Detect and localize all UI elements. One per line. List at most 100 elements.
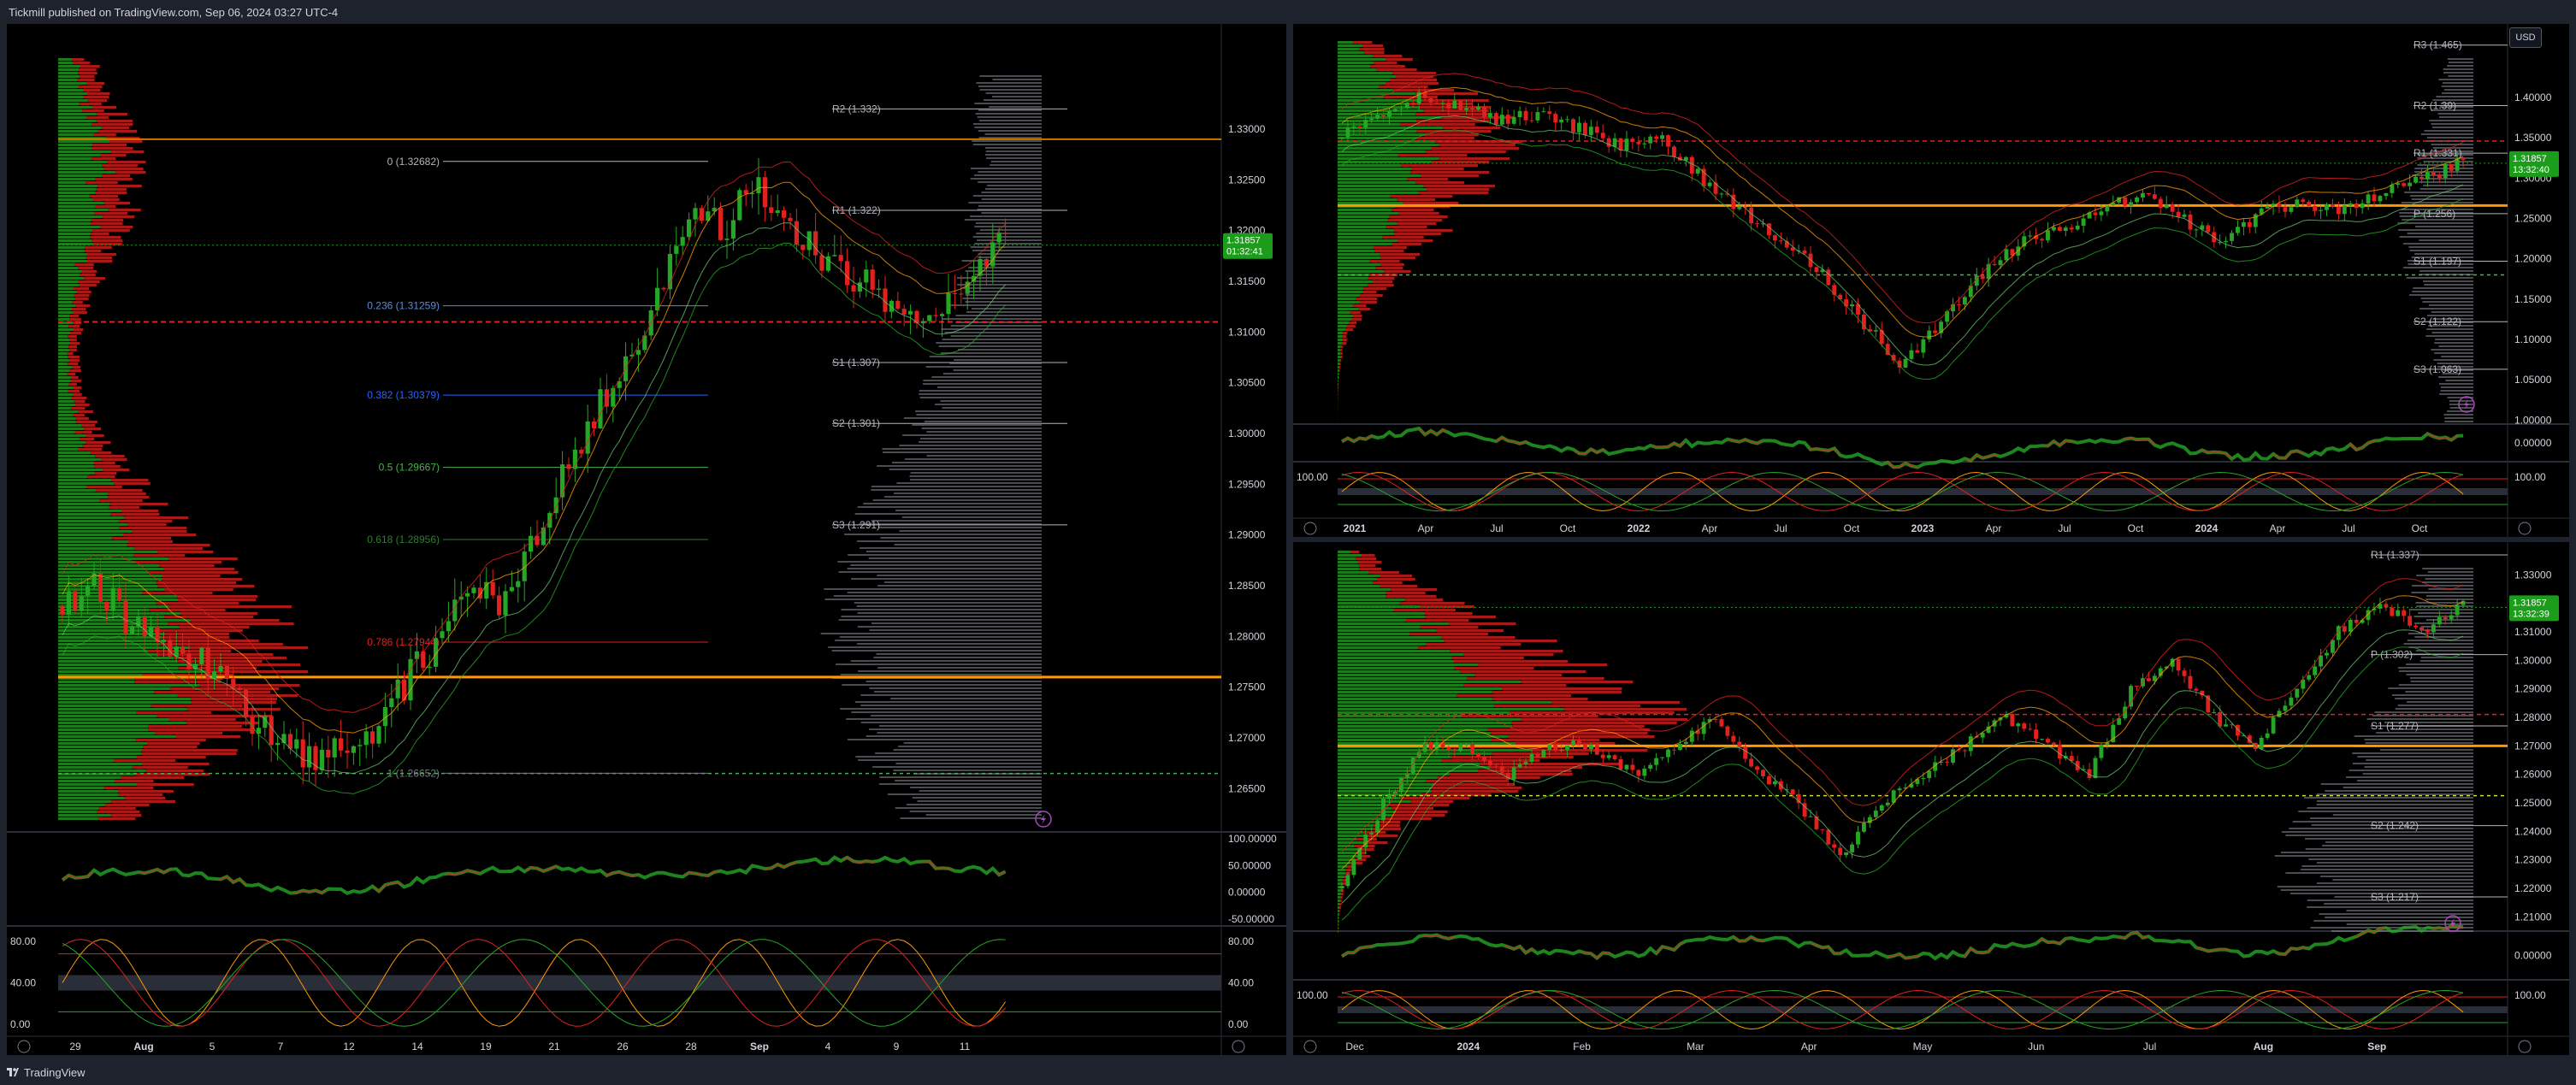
currency-button[interactable]: USD bbox=[2509, 27, 2542, 48]
session-volume-bar bbox=[2325, 917, 2473, 918]
session-volume-bar bbox=[941, 328, 1042, 330]
candle-body bbox=[427, 666, 432, 669]
volume-profile-bar bbox=[58, 544, 127, 546]
volume-profile-bar bbox=[86, 116, 109, 119]
volume-profile-bar bbox=[1338, 209, 1392, 211]
session-volume-bar bbox=[2420, 626, 2473, 628]
candle-body bbox=[1553, 114, 1558, 123]
volume-profile-bar bbox=[1338, 168, 1412, 170]
session-volume-bar bbox=[866, 551, 1042, 552]
chart-panel-bottom-right[interactable]: R1 (1.337) P (1.302) S1 (1.277) S2 (1.242) S… bbox=[1293, 542, 2569, 1055]
candle-body bbox=[724, 239, 730, 240]
volume-profile-bar bbox=[1380, 575, 1412, 577]
volume-profile-bar bbox=[1338, 174, 1421, 177]
candle-body bbox=[2336, 206, 2341, 215]
candle-body bbox=[1464, 108, 1469, 110]
candle-body bbox=[1594, 745, 1599, 755]
volume-profile-bar bbox=[1345, 328, 1354, 331]
session-volume-bar bbox=[2407, 233, 2473, 234]
session-volume-bar bbox=[837, 561, 1042, 563]
volume-profile-bar bbox=[1339, 899, 1342, 902]
session-volume-bar bbox=[974, 103, 1042, 104]
session-volume-bar bbox=[840, 674, 1042, 675]
volume-profile-bar bbox=[58, 404, 76, 406]
session-volume-bar bbox=[2431, 144, 2473, 145]
candle-body bbox=[1339, 137, 1344, 139]
chart-panel-top-right[interactable]: R3 (1.465) R2 (1.39) R1 (1.331) P (1.256) S1… bbox=[1293, 24, 2569, 537]
session-volume-bar bbox=[979, 75, 1042, 77]
candle-body bbox=[2016, 723, 2021, 727]
volume-profile-bar bbox=[1338, 776, 1438, 779]
session-volume-bar bbox=[954, 359, 1042, 361]
candle-body bbox=[1487, 761, 1492, 766]
session-volume-bar bbox=[981, 192, 1042, 193]
session-volume-bar bbox=[2424, 130, 2473, 132]
session-volume-bar bbox=[942, 339, 1042, 340]
volume-profile-bar bbox=[1385, 58, 1413, 61]
session-volume-bar bbox=[2346, 776, 2473, 778]
chart-left-svg[interactable]: R2 (1.332)R1 (1.322)S1 (1.307)S2 (1.301)… bbox=[7, 24, 1286, 1055]
chart-top-right-svg[interactable]: R3 (1.465)R2 (1.39)R1 (1.331)P (1.256)S1… bbox=[1293, 24, 2569, 537]
candle-body bbox=[516, 581, 521, 587]
volume-profile-bar bbox=[1362, 44, 1384, 47]
candle-body bbox=[623, 356, 629, 381]
session-volume-bar bbox=[984, 133, 1042, 135]
volume-profile-bar bbox=[1338, 352, 1341, 355]
candle-body bbox=[635, 350, 641, 355]
volume-profile-bar bbox=[90, 236, 121, 239]
candle-body bbox=[1968, 736, 1973, 752]
candle-body bbox=[661, 287, 666, 290]
candle-body bbox=[2396, 610, 2401, 616]
session-volume-bar bbox=[2410, 681, 2473, 682]
price-tick-label: 1.25000 bbox=[2514, 212, 2552, 224]
session-volume-bar bbox=[2422, 301, 2473, 303]
session-volume-bar bbox=[2440, 390, 2473, 392]
session-volume-bar bbox=[2343, 787, 2473, 788]
session-volume-bar bbox=[869, 728, 1042, 730]
volume-profile-bar bbox=[1521, 681, 1634, 683]
volume-profile-bar bbox=[1338, 869, 1346, 871]
session-volume-bar bbox=[895, 510, 1042, 511]
session-volume-bar bbox=[2422, 581, 2473, 583]
volume-profile-bar bbox=[1339, 363, 1341, 365]
volume-profile-bar bbox=[1384, 96, 1437, 98]
session-volume-bar bbox=[857, 643, 1042, 645]
session-volume-bar bbox=[835, 663, 1042, 665]
candle-body bbox=[509, 587, 514, 592]
session-volume-bar bbox=[2320, 783, 2473, 785]
volume-profile-bar bbox=[86, 441, 111, 444]
candle-body bbox=[1939, 321, 1944, 333]
candle-body bbox=[2152, 194, 2157, 199]
session-volume-bar bbox=[989, 106, 1042, 108]
volume-profile-bar bbox=[58, 814, 111, 817]
chart-bottom-right-svg[interactable]: R1 (1.337)P (1.302)S1 (1.277)S2 (1.242)S… bbox=[1293, 542, 2569, 1055]
volume-profile-bar bbox=[177, 595, 258, 598]
volume-profile-bar bbox=[58, 458, 102, 461]
volume-profile-bar bbox=[58, 352, 68, 355]
session-volume-bar bbox=[2449, 62, 2473, 63]
session-volume-bar bbox=[2449, 400, 2473, 402]
price-tick-label: 1.27500 bbox=[1228, 681, 1266, 693]
session-volume-bar bbox=[2305, 848, 2473, 850]
candle-body bbox=[1790, 789, 1795, 794]
volume-profile-bar bbox=[1338, 339, 1343, 341]
chart-panel-left[interactable]: R2 (1.332) R1 (1.322) S1 (1.307) S2 (1.301)… bbox=[7, 24, 1286, 1055]
volume-profile-bar bbox=[1411, 168, 1464, 170]
candle-body bbox=[199, 647, 204, 664]
session-volume-bar bbox=[2408, 646, 2473, 648]
session-volume-bar bbox=[975, 222, 1042, 224]
volume-profile-bar bbox=[58, 304, 76, 307]
session-volume-bar bbox=[919, 390, 1042, 392]
volume-profile-bar bbox=[1338, 226, 1386, 228]
volume-profile-bar bbox=[1433, 783, 1515, 786]
volume-profile-bar bbox=[1351, 318, 1362, 321]
volume-profile-bar bbox=[1387, 219, 1443, 221]
candle-body bbox=[168, 640, 173, 657]
price-tick-label: 1.10000 bbox=[2514, 333, 2552, 345]
volume-profile-bar bbox=[1369, 260, 1400, 262]
volume-profile-bar bbox=[1425, 150, 1506, 153]
oscillator-tick-label: 50.00000 bbox=[1228, 859, 1271, 871]
session-volume-bar bbox=[858, 670, 1042, 672]
candle-body bbox=[946, 292, 951, 315]
time-tick-label: Apr bbox=[1986, 522, 2002, 534]
